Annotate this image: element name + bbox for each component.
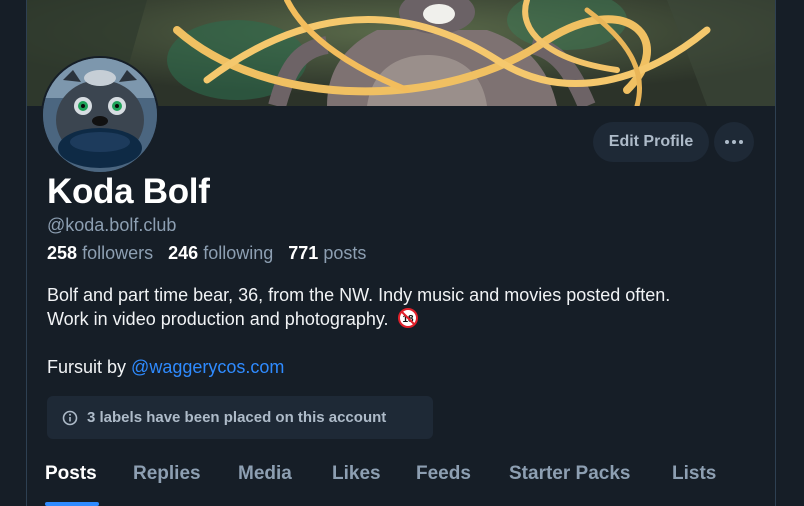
tab-replies[interactable]: Replies: [133, 463, 201, 485]
profile-bio: Bolf and part time bear, 36, from the NW…: [47, 283, 767, 331]
tab-posts[interactable]: Posts: [45, 463, 97, 485]
fursuit-mention-link[interactable]: @waggerycos.com: [131, 357, 284, 377]
bio-line-2-wrap: Work in video production and photography…: [47, 307, 767, 331]
no-under-18-icon: 18: [397, 308, 418, 328]
posts-label: posts: [323, 243, 367, 263]
account-labels-notice[interactable]: 3 labels have been placed on this accoun…: [47, 396, 433, 439]
following-link[interactable]: 246 following: [168, 243, 278, 263]
info-icon: [62, 410, 78, 425]
avatar[interactable]: [41, 56, 159, 174]
labels-notice-text: 3 labels have been placed on this accoun…: [87, 409, 387, 426]
ellipsis-icon: [725, 140, 743, 144]
tab-feeds[interactable]: Feeds: [416, 463, 471, 485]
bio-line-1: Bolf and part time bear, 36, from the NW…: [47, 285, 671, 305]
profile-stats: 258 followers 246 following 771 posts: [47, 243, 366, 264]
following-count: 246: [168, 243, 199, 263]
active-tab-indicator: [45, 502, 99, 506]
posts-count: 771: [288, 243, 319, 263]
edit-profile-button[interactable]: Edit Profile: [593, 122, 709, 162]
followers-label: followers: [82, 243, 154, 263]
tab-likes[interactable]: Likes: [332, 463, 381, 485]
followers-count: 258: [47, 243, 78, 263]
followers-link[interactable]: 258 followers: [47, 243, 158, 263]
tab-lists[interactable]: Lists: [672, 463, 716, 485]
tab-starter-packs[interactable]: Starter Packs: [509, 463, 630, 485]
fursuit-credit: Fursuit by @waggerycos.com: [47, 357, 284, 378]
profile-tabs: Posts Replies Media Likes Feeds Starter …: [27, 452, 775, 506]
profile-handle: @koda.bolf.club: [47, 215, 177, 235]
posts-stat: 771 posts: [288, 243, 366, 263]
display-name: Koda Bolf: [47, 172, 210, 211]
avatar-image: [43, 58, 157, 172]
tab-media[interactable]: Media: [238, 463, 292, 485]
fursuit-prefix: Fursuit by: [47, 357, 127, 377]
profile-panel: Edit Profile Koda Bolf @koda.bolf.club 2…: [26, 0, 776, 506]
more-options-button[interactable]: [714, 122, 754, 162]
following-label: following: [203, 243, 274, 263]
bio-line-2: Work in video production and photography…: [47, 309, 389, 329]
